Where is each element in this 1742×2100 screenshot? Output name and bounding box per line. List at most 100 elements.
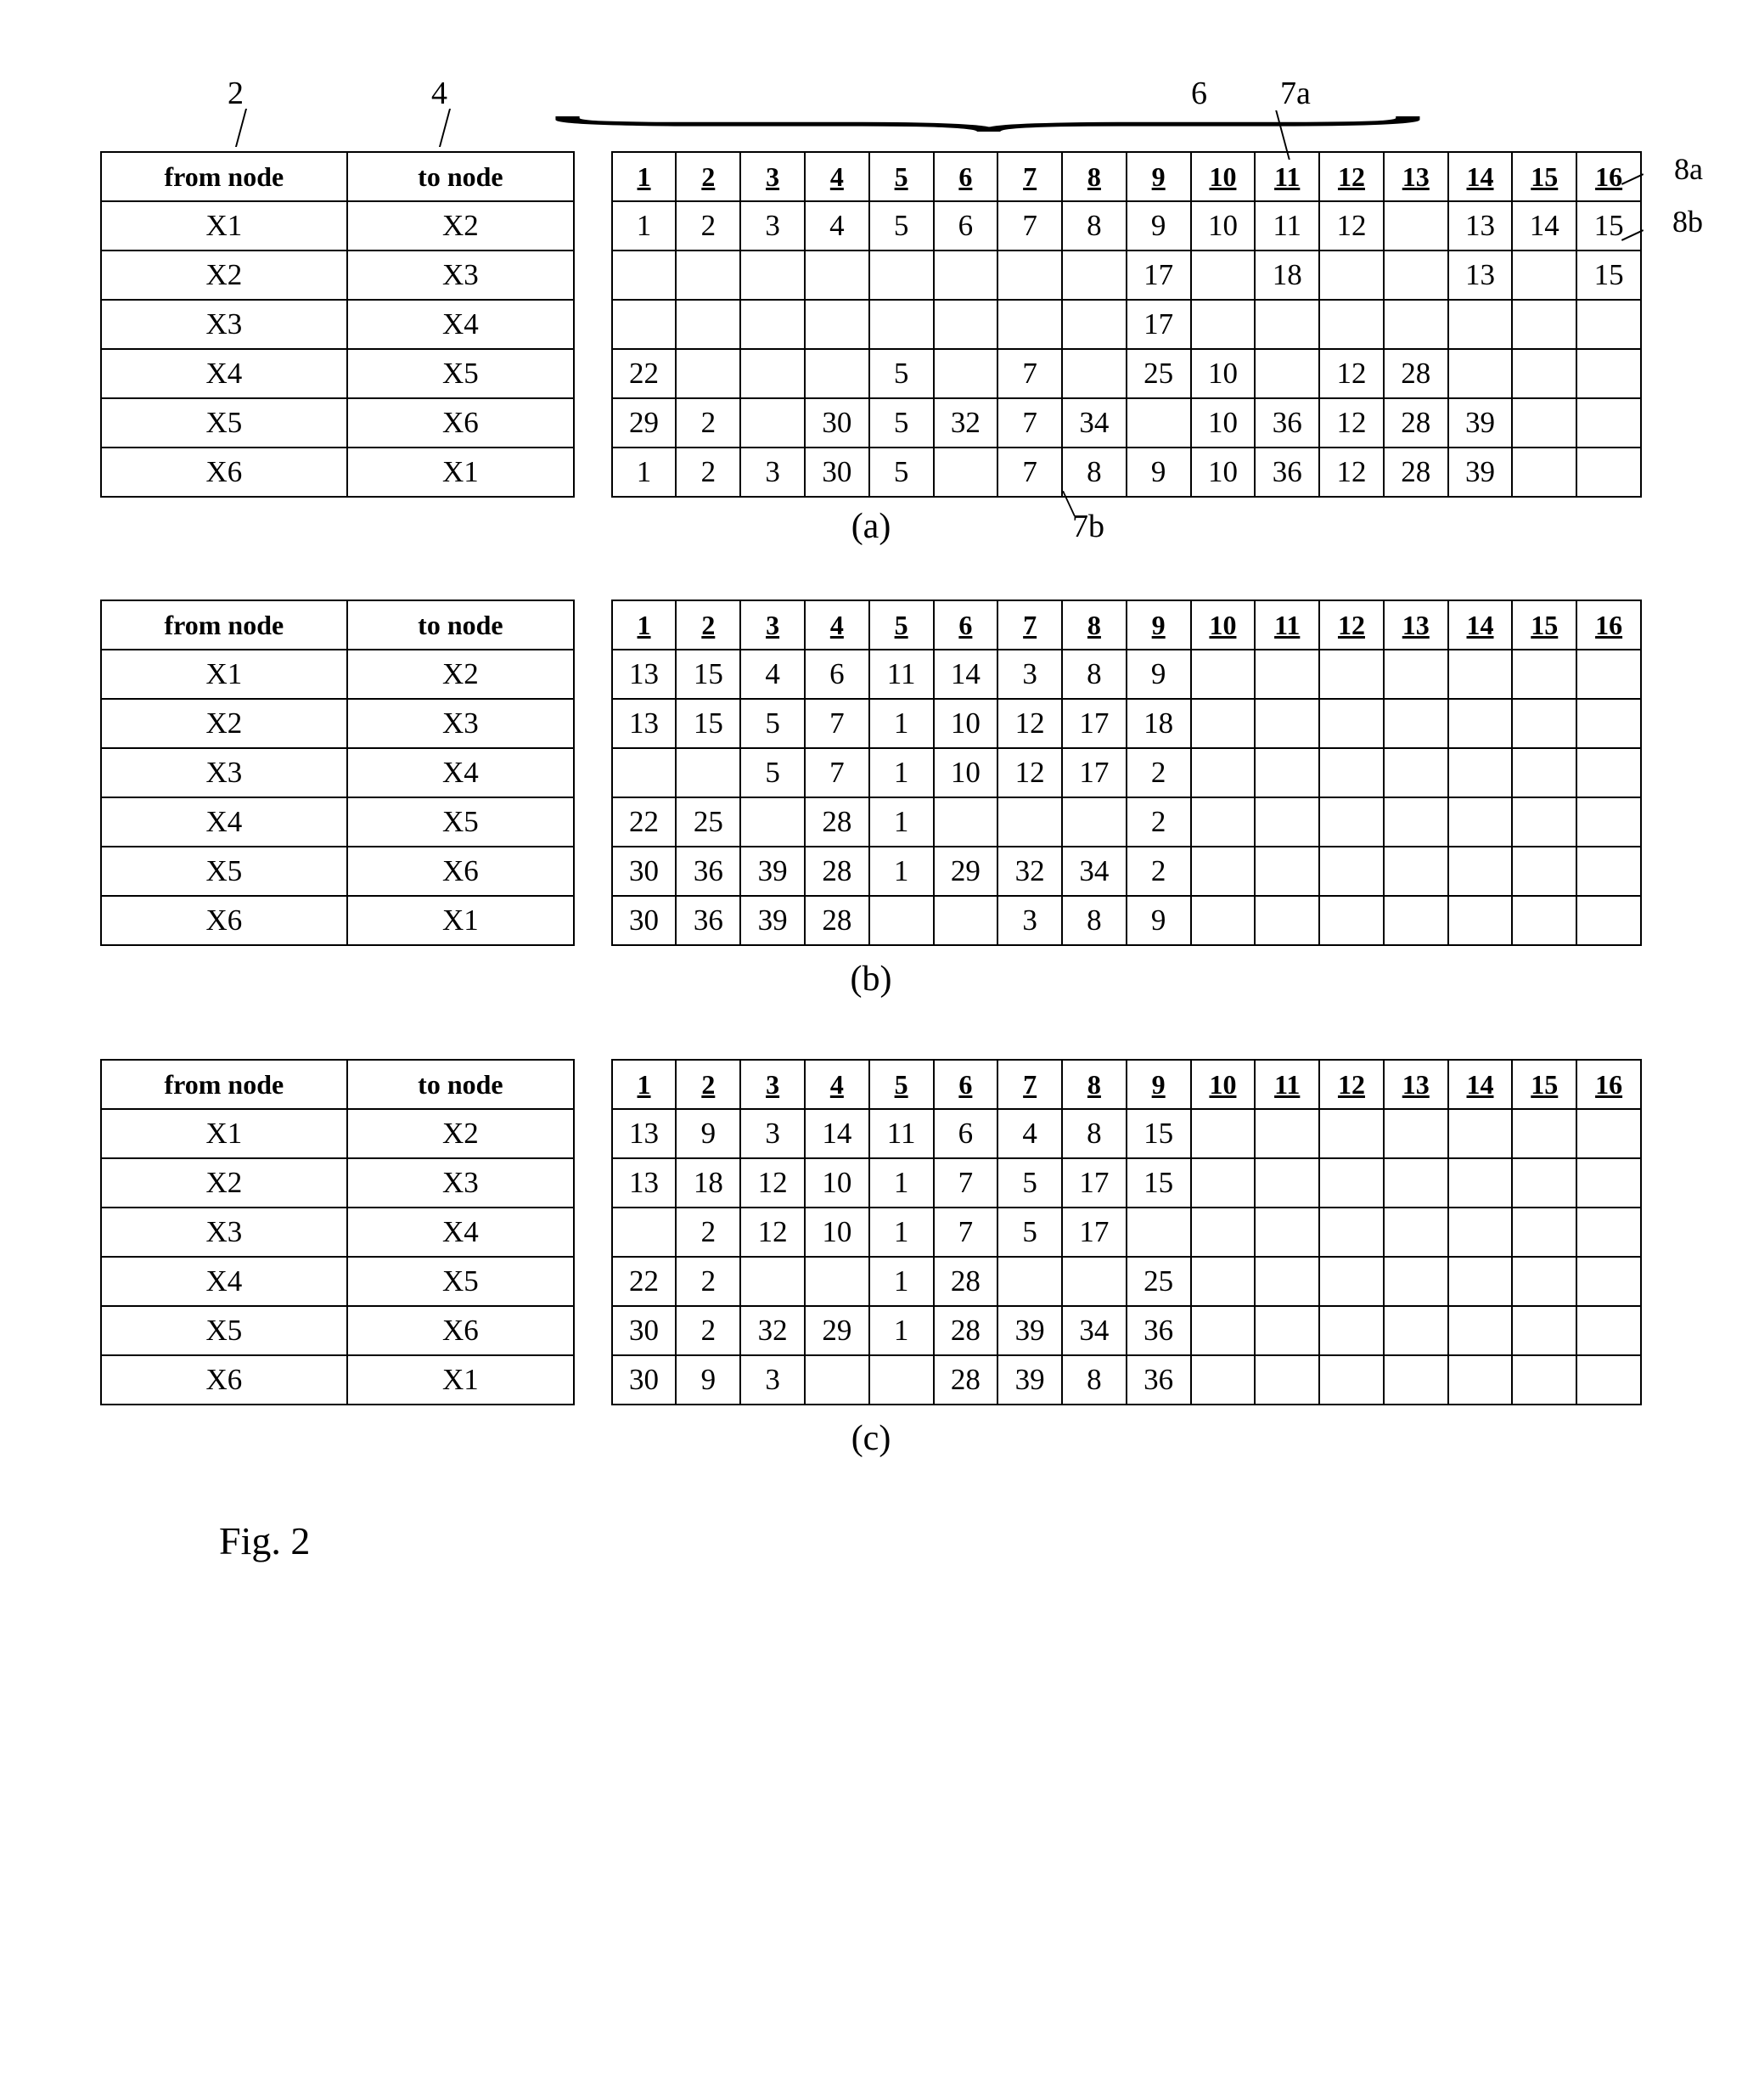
data-cell xyxy=(1576,349,1641,398)
data-cell xyxy=(1255,650,1319,699)
to-cell: X6 xyxy=(347,1306,574,1355)
data-cell xyxy=(1512,748,1576,797)
header-col-6: 6 xyxy=(934,152,998,201)
data-cell: 7 xyxy=(934,1158,998,1208)
data-cell: 6 xyxy=(934,201,998,251)
data-cell xyxy=(1191,797,1256,847)
to-cell: X3 xyxy=(347,251,574,300)
data-cell xyxy=(740,398,805,448)
data-cell xyxy=(1512,398,1576,448)
header-col-5: 5 xyxy=(869,152,934,201)
annotations-top: 2 4 } 6 7a xyxy=(100,75,1642,151)
to-cell: X4 xyxy=(347,300,574,349)
data-cell: 30 xyxy=(612,1355,677,1405)
data-cell xyxy=(1512,1158,1576,1208)
to-cell: X5 xyxy=(347,349,574,398)
data-cell: 9 xyxy=(1127,448,1191,497)
header-from: from node xyxy=(101,600,347,650)
data-cell: 13 xyxy=(612,699,677,748)
to-cell: X6 xyxy=(347,847,574,896)
annotation-2: 2 xyxy=(228,75,244,112)
data-cell: 12 xyxy=(997,748,1062,797)
data-cell xyxy=(1319,847,1384,896)
data-cell: 29 xyxy=(805,1306,869,1355)
data-cell: 10 xyxy=(805,1158,869,1208)
figure-b: from nodeto node12345678910111213141516X… xyxy=(100,600,1642,999)
data-cell: 4 xyxy=(740,650,805,699)
data-cell xyxy=(1319,251,1384,300)
data-cell xyxy=(1512,797,1576,847)
data-cell: 18 xyxy=(1255,251,1319,300)
data-cell xyxy=(1384,797,1448,847)
data-cell xyxy=(1576,1355,1641,1405)
data-cell: 2 xyxy=(676,1257,740,1306)
header-col-14: 14 xyxy=(1448,1060,1513,1109)
data-cell: 2 xyxy=(676,1208,740,1257)
header-col-1: 1 xyxy=(612,1060,677,1109)
data-cell xyxy=(1576,699,1641,748)
data-cell: 3 xyxy=(740,1109,805,1158)
data-cell: 10 xyxy=(805,1208,869,1257)
data-cell xyxy=(1384,300,1448,349)
data-cell: 17 xyxy=(1062,1158,1127,1208)
data-cell: 1 xyxy=(869,1306,934,1355)
data-cell: 2 xyxy=(676,201,740,251)
to-cell: X6 xyxy=(347,398,574,448)
data-cell: 12 xyxy=(740,1208,805,1257)
data-cell: 29 xyxy=(934,847,998,896)
data-cell: 4 xyxy=(997,1109,1062,1158)
from-cell: X6 xyxy=(101,896,347,945)
data-cell xyxy=(1384,1355,1448,1405)
data-cell: 32 xyxy=(997,847,1062,896)
data-cell: 17 xyxy=(1062,699,1127,748)
data-cell: 10 xyxy=(1191,448,1256,497)
header-col-9: 9 xyxy=(1127,600,1191,650)
data-cell xyxy=(1319,748,1384,797)
table-row: X2X3131812101751715 xyxy=(101,1158,1641,1208)
table-row: X1X21315461114389 xyxy=(101,650,1641,699)
table-row: X5X63036392812932342 xyxy=(101,847,1641,896)
data-cell: 18 xyxy=(1127,699,1191,748)
data-cell xyxy=(1191,650,1256,699)
data-cell: 15 xyxy=(1127,1158,1191,1208)
data-cell xyxy=(1512,300,1576,349)
data-cell: 13 xyxy=(612,1158,677,1208)
table-c: from nodeto node12345678910111213141516X… xyxy=(100,1059,1642,1405)
data-cell: 15 xyxy=(676,699,740,748)
data-cell: 1 xyxy=(869,797,934,847)
from-cell: X5 xyxy=(101,847,347,896)
data-cell: 7 xyxy=(997,349,1062,398)
header-col-10: 10 xyxy=(1191,1060,1256,1109)
data-cell xyxy=(1319,1109,1384,1158)
data-cell: 5 xyxy=(997,1208,1062,1257)
header-col-16: 16 xyxy=(1576,152,1641,201)
to-cell: X3 xyxy=(347,699,574,748)
to-cell: X4 xyxy=(347,748,574,797)
header-col-2: 2 xyxy=(676,1060,740,1109)
data-cell: 7 xyxy=(997,398,1062,448)
header-col-6: 6 xyxy=(934,1060,998,1109)
data-cell: 5 xyxy=(740,748,805,797)
annotation-8a: 8a xyxy=(1674,151,1703,187)
data-cell: 28 xyxy=(805,797,869,847)
data-cell xyxy=(1384,748,1448,797)
data-cell: 25 xyxy=(1127,1257,1191,1306)
data-cell xyxy=(1576,797,1641,847)
data-cell: 9 xyxy=(1127,650,1191,699)
data-cell: 2 xyxy=(676,448,740,497)
data-cell: 12 xyxy=(1319,448,1384,497)
data-cell: 28 xyxy=(934,1257,998,1306)
header-col-8: 8 xyxy=(1062,152,1127,201)
data-cell xyxy=(1512,1306,1576,1355)
curly-brace: } xyxy=(445,112,1642,137)
header-col-16: 16 xyxy=(1576,600,1641,650)
data-cell xyxy=(1512,1208,1576,1257)
annotation-8b: 8b xyxy=(1672,204,1703,239)
data-cell: 9 xyxy=(676,1109,740,1158)
header-col-13: 13 xyxy=(1384,600,1448,650)
data-cell xyxy=(676,748,740,797)
from-cell: X2 xyxy=(101,251,347,300)
data-cell xyxy=(1512,448,1576,497)
data-cell xyxy=(1191,896,1256,945)
header-col-10: 10 xyxy=(1191,600,1256,650)
